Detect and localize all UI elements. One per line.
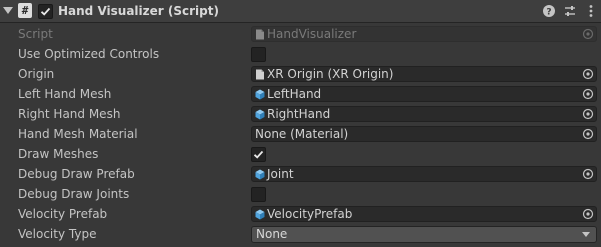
object-picker-icon[interactable] — [582, 168, 594, 180]
object-field-value: VelocityPrefab — [267, 207, 353, 221]
property-label: Draw Meshes — [18, 147, 99, 161]
checkmark-icon — [40, 7, 51, 16]
property-row-velocity-type: Velocity Type None — [0, 224, 601, 244]
property-row-draw-meshes: Draw Meshes — [0, 144, 601, 164]
dropdown-value: None — [256, 227, 288, 241]
prefab-icon — [255, 89, 265, 100]
draw-meshes-checkbox[interactable] — [251, 147, 266, 162]
hand-visualizer-component: # Hand Visualizer (Script) ? Script Hand… — [0, 0, 601, 247]
prefab-icon — [255, 169, 265, 180]
debug-draw-joints-checkbox[interactable] — [251, 187, 266, 202]
hand-mesh-material-object-field[interactable]: None (Material) — [251, 126, 597, 142]
object-field-value: None (Material) — [255, 127, 349, 141]
property-row-left-hand-mesh: Left Hand Mesh LeftHand — [0, 84, 601, 104]
object-field-value: XR Origin (XR Origin) — [267, 67, 394, 81]
left-hand-mesh-object-field[interactable]: LeftHand — [251, 86, 597, 102]
property-label: Velocity Type — [18, 227, 97, 241]
debug-draw-prefab-object-field[interactable]: Joint — [251, 166, 597, 182]
object-picker-icon — [582, 28, 594, 40]
property-label: Origin — [18, 67, 55, 81]
object-field-value: LeftHand — [267, 87, 322, 101]
prefab-icon — [255, 209, 265, 220]
velocity-prefab-object-field[interactable]: VelocityPrefab — [251, 206, 597, 222]
checkmark-icon — [253, 150, 264, 159]
object-picker-icon[interactable] — [582, 88, 594, 100]
prefab-icon — [255, 109, 265, 120]
preset-icon[interactable] — [562, 3, 578, 19]
svg-text:?: ? — [546, 8, 551, 18]
property-row-hand-mesh-material: Hand Mesh Material None (Material) — [0, 124, 601, 144]
object-field-value: Joint — [267, 167, 294, 181]
component-title: Hand Visualizer (Script) — [58, 4, 219, 18]
property-row-debug-draw-joints: Debug Draw Joints — [0, 184, 601, 204]
fold-arrow-icon[interactable] — [3, 7, 13, 14]
property-label: Velocity Prefab — [18, 207, 108, 221]
help-icon[interactable]: ? — [541, 3, 557, 19]
object-picker-icon[interactable] — [582, 68, 594, 80]
property-row-script: Script HandVisualizer — [0, 24, 601, 44]
property-row-use-optimized-controls: Use Optimized Controls — [0, 44, 601, 64]
property-row-debug-draw-prefab: Debug Draw Prefab Joint — [0, 164, 601, 184]
script-file-icon — [256, 29, 264, 40]
object-field-value: HandVisualizer — [267, 27, 357, 41]
property-label: Use Optimized Controls — [18, 47, 160, 61]
property-row-origin: Origin XR Origin (XR Origin) — [0, 64, 601, 84]
script-icon: # — [18, 3, 32, 18]
component-header[interactable]: # Hand Visualizer (Script) ? — [0, 0, 601, 23]
chevron-down-icon — [582, 232, 590, 237]
property-row-velocity-prefab: Velocity Prefab VelocityPrefab — [0, 204, 601, 224]
use-optimized-controls-checkbox[interactable] — [251, 47, 266, 62]
object-picker-icon[interactable] — [582, 108, 594, 120]
object-picker-icon[interactable] — [582, 128, 594, 140]
right-hand-mesh-object-field[interactable]: RightHand — [251, 106, 597, 122]
velocity-type-dropdown[interactable]: None — [251, 226, 597, 243]
object-field-value: RightHand — [267, 107, 331, 121]
property-label: Hand Mesh Material — [18, 127, 138, 141]
property-label: Debug Draw Joints — [18, 187, 130, 201]
menu-icon[interactable] — [583, 3, 599, 19]
property-label: Right Hand Mesh — [18, 107, 121, 121]
script-file-icon — [256, 69, 264, 80]
property-row-right-hand-mesh: Right Hand Mesh RightHand — [0, 104, 601, 124]
origin-object-field[interactable]: XR Origin (XR Origin) — [251, 66, 597, 82]
property-label: Debug Draw Prefab — [18, 167, 135, 181]
property-label: Left Hand Mesh — [18, 87, 112, 101]
object-picker-icon[interactable] — [582, 208, 594, 220]
enable-component-checkbox[interactable] — [38, 4, 53, 19]
property-label: Script — [18, 27, 53, 41]
script-object-field: HandVisualizer — [251, 26, 597, 42]
